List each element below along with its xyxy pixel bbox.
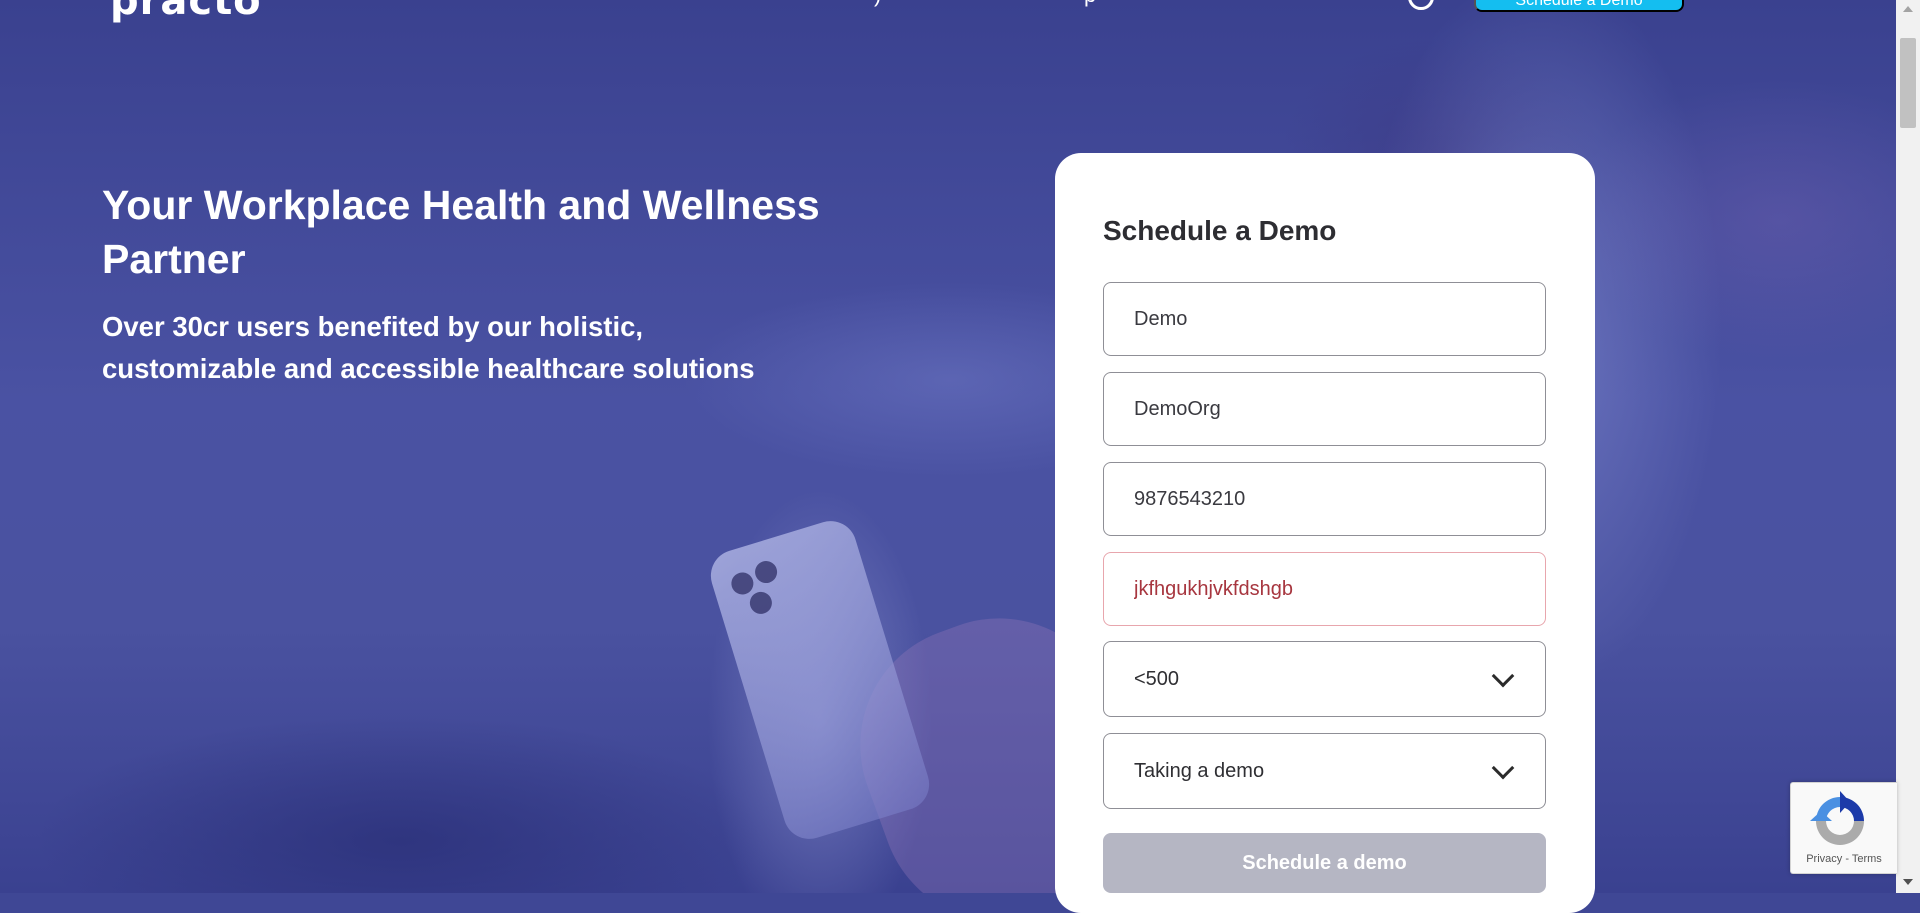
phone-camera-icon	[747, 589, 775, 617]
hero-subtitle: Over 30cr users benefited by our holisti…	[102, 311, 755, 384]
phone-field[interactable]	[1103, 462, 1546, 536]
schedule-demo-button[interactable]: Schedule a demo	[1103, 833, 1546, 893]
scroll-up-arrow-icon[interactable]	[1903, 6, 1913, 12]
company-size-select[interactable]: <500	[1103, 641, 1546, 717]
recaptcha-icon	[1810, 791, 1864, 845]
page-scrollbar[interactable]	[1896, 0, 1920, 893]
chevron-down-icon	[1491, 756, 1515, 779]
nav-item[interactable]: p	[1084, 0, 1096, 8]
form-title: Schedule a Demo	[1103, 215, 1337, 246]
chevron-down-icon	[1491, 664, 1515, 687]
name-field[interactable]	[1103, 282, 1546, 356]
brand-logo[interactable]: practo	[110, 0, 262, 24]
demo-form-card: Schedule a Demo <500 Taking a demo Sched…	[1055, 153, 1595, 913]
company-size-value: <500	[1134, 667, 1180, 690]
phone-camera-icon	[752, 558, 780, 586]
recaptcha-privacy-link[interactable]: Privacy	[1806, 853, 1842, 865]
interest-select[interactable]: Taking a demo	[1103, 733, 1546, 809]
nav-item[interactable]: )	[874, 0, 881, 8]
recaptcha-links: Privacy - Terms	[1791, 853, 1897, 865]
recaptcha-separator: -	[1845, 853, 1849, 865]
hero-background	[0, 0, 1896, 893]
recaptcha-terms-link[interactable]: Terms	[1852, 853, 1882, 865]
phone-camera-icon	[728, 569, 757, 598]
scroll-down-arrow-icon[interactable]	[1903, 879, 1913, 885]
email-field[interactable]	[1103, 552, 1546, 626]
hero-title: Your Workplace Health and Wellness Partn…	[102, 182, 820, 282]
recaptcha-badge[interactable]: Privacy - Terms	[1790, 782, 1897, 874]
scrollbar-thumb[interactable]	[1900, 38, 1916, 128]
header-schedule-demo-button[interactable]: Schedule a Demo	[1474, 0, 1684, 12]
interest-value: Taking a demo	[1134, 759, 1265, 782]
organization-field[interactable]	[1103, 372, 1546, 446]
